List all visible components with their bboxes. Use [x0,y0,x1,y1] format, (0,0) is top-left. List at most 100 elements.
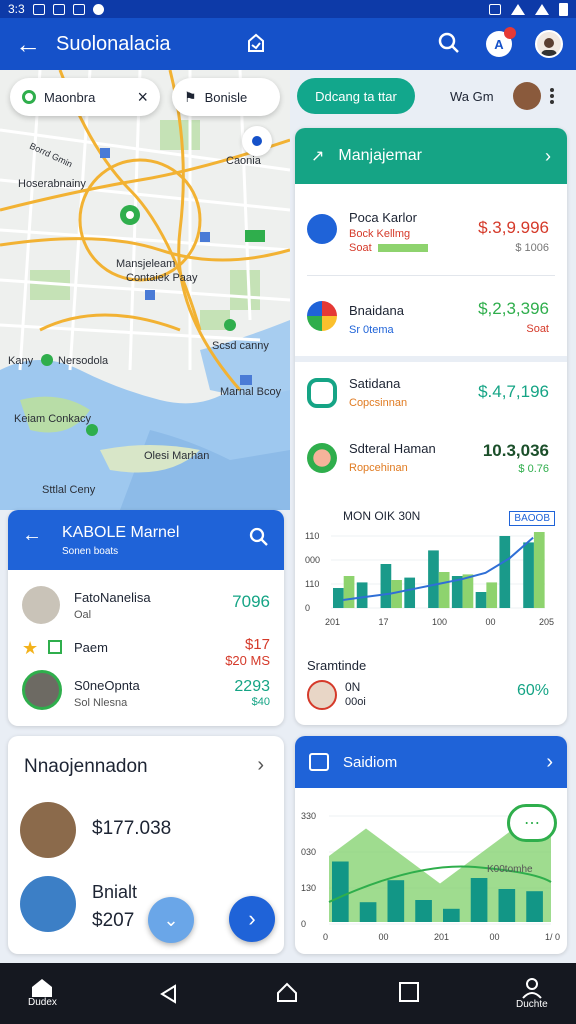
bar [475,592,487,608]
market-card: ← KABOLE Marnel Sonen boats FatoNanelisa… [8,510,284,726]
bar [533,532,545,608]
item-sub: Bock Kellmg [349,228,411,240]
image-icon [52,3,65,15]
chevron-right-icon: › [545,145,551,166]
square-icon [399,982,419,1002]
bar [387,880,405,922]
map-label: Caonia [226,155,261,167]
person-icon [522,978,542,999]
y-tick-label: 130 [301,883,316,893]
star-icon: ★ [22,638,39,658]
item-title: FatoNanelisa [74,590,151,605]
locate-icon [252,136,262,146]
mail-icon [72,3,85,15]
footer-title: Sramtinde [307,658,367,673]
x-tick-label: 205 [539,617,554,627]
bar [428,550,439,608]
notification-button[interactable]: A [486,27,516,57]
back-triangle-icon [160,984,176,1004]
nav-home[interactable]: Dudex [28,977,57,1008]
nav-profile[interactable]: Duchte [516,977,548,1010]
nfc-icon [489,3,501,15]
x-tick-label: 0 [323,932,328,942]
locate-button[interactable] [242,126,272,156]
item-sub: Sol Nlesna [74,697,128,709]
market-title: KABOLE Marnel [62,524,180,541]
user-avatar-small[interactable] [513,82,541,110]
map-label: Nersodola [58,355,109,367]
bottom-nav: Dudex Duchte [0,963,576,1024]
more-icon[interactable] [550,88,554,104]
list-item[interactable]: FatoNanelisa Oal 7096 [8,582,284,628]
app-icon [307,378,337,408]
item-progress [377,244,428,252]
map-pin-icon[interactable] [245,32,267,54]
item-value: $207 [92,910,135,931]
chevron-right-icon[interactable]: › [257,754,264,777]
list-item[interactable]: Satidana Copcsinnan $.4,7,196 [295,368,567,428]
list-item[interactable]: Bnaidana Sr 0tema $,2,3,396 Soat [295,283,567,353]
home-outline-icon [277,982,297,1002]
stats-title: Saidiom [343,753,398,771]
status-pill-button[interactable]: Ddcang ta ttar [297,78,415,114]
item-value: 2293 [234,678,270,695]
bar [443,908,460,922]
dashboard-icon [309,753,329,771]
back-button[interactable]: ← [22,524,42,547]
bar [526,891,543,922]
y-tick-label: 0 [301,919,306,929]
list-item[interactable]: S0neOpnta Sol Nlesna 2293 $40 [8,666,284,716]
item-value: $17 [244,636,270,653]
x-tick-label: 00 [490,932,500,942]
signal-icon [535,3,549,15]
item-value2: $40 [251,696,270,708]
bar [499,536,511,608]
status-time: 3:3 [8,2,25,16]
stats-header[interactable]: Saidiom › [295,736,567,788]
map-chip-filter[interactable]: ⚑ Bonisle [172,78,280,116]
next-button[interactable]: › [229,896,275,942]
pin-icon: ⚑ [184,88,197,105]
map-label: Olesi Marhan [144,450,210,462]
map-chip-location[interactable]: Maonbra × [10,78,160,116]
user-avatar[interactable] [535,30,563,58]
user-name: Wa Gm [450,89,494,104]
battery-icon [559,2,568,16]
map-view[interactable]: Maonbra × ⚑ Bonisle Caonia Borrd Gmin Ho… [0,70,290,510]
x-tick-label: 100 [432,617,447,627]
bar [438,572,450,608]
management-card: ↗ Manjajemar › Poca Karlor Bock Kellmg S… [295,128,567,725]
stats-card: Saidiom › 330 030 130 0 0 00 201 00 1/ 0 ⋯ K00to… [295,736,567,954]
search-icon[interactable] [436,30,462,56]
bar [359,902,377,922]
list-item[interactable]: Sdteral Haman Ropcehinan 10.3,036 $ 0.76 [295,433,567,493]
colorful-logo-icon [307,301,337,331]
search-icon[interactable] [248,526,270,548]
location-icon [22,90,36,104]
expand-button[interactable]: ⌄ [148,897,194,943]
chat-bubble-icon[interactable]: ⋯ [507,804,557,842]
list-item[interactable]: Poca Karlor Bock Kellmg Soat $.3,9.996 $… [295,198,567,278]
bar-chart: 110 000 110 0 201 17 100 00 205 [305,531,554,627]
footer-sub: 0N [345,680,361,694]
map-label: Marnal Bcoy [220,386,282,398]
list-item[interactable]: $177.038 [8,802,284,860]
nav-back[interactable] [158,983,180,1005]
home-icon [32,979,53,997]
trend-icon: ↗ [311,148,325,165]
alert-icon [92,3,104,15]
management-header[interactable]: ↗ Manjajemar › [295,128,567,184]
close-icon[interactable]: × [137,87,148,108]
back-button[interactable]: ← [0,18,56,70]
nav-recents[interactable] [398,981,420,1003]
building-icon [22,670,62,710]
x-tick-label: 00 [486,617,496,627]
bar [498,889,516,922]
nav-home-circle[interactable] [276,981,298,1003]
x-tick-label: 1/ 0 [545,932,560,942]
market-subtitle: Sonen boats [62,546,119,557]
map-label: Sttlal Ceny [42,484,96,496]
app-title: Suolonalacia [56,32,171,55]
section-gap [295,356,567,362]
notification-badge [504,27,516,39]
